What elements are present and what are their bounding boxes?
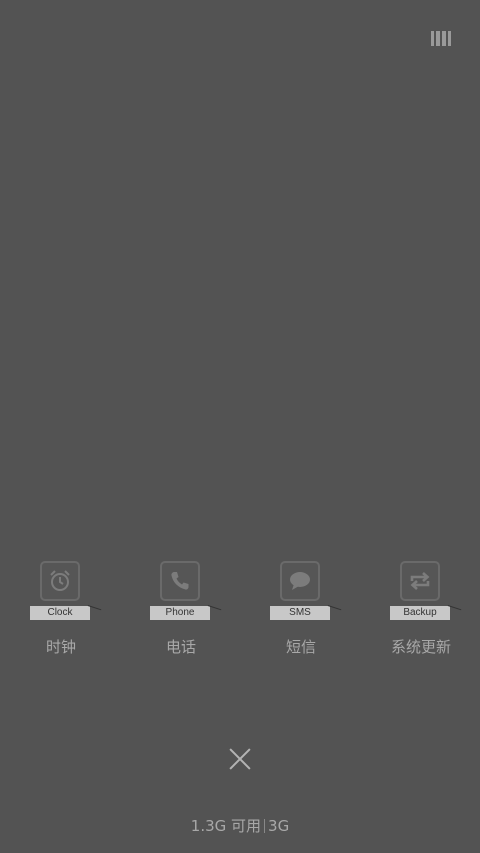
- close-icon[interactable]: [228, 747, 252, 771]
- recent-app-phone[interactable]: Phone 电话: [126, 561, 236, 661]
- recent-app-backup[interactable]: Backup 系统更新: [366, 561, 476, 661]
- app-label: 短信: [285, 638, 316, 656]
- sync-arrows-icon: [410, 572, 430, 590]
- recent-apps-row: Clock 时钟 Phone 电话 SMS 短信 Backup 系统更新: [0, 561, 480, 661]
- app-tile: [280, 561, 320, 601]
- stacked-cards-icon[interactable]: [431, 31, 451, 46]
- app-tile: [400, 561, 440, 601]
- app-label: 电话: [165, 638, 196, 656]
- app-name-tag: SMS: [270, 606, 330, 620]
- app-tile: [160, 561, 200, 601]
- app-label: 时钟: [45, 638, 76, 656]
- chat-bubble-icon: [290, 572, 310, 590]
- memory-total: 3G: [268, 817, 290, 835]
- recent-app-sms[interactable]: SMS 短信: [246, 561, 356, 661]
- stacked-cards-bar: [435, 31, 440, 46]
- memory-status: 1.3G 可用 3G: [0, 815, 480, 836]
- stacked-cards-bar: [431, 31, 434, 46]
- alarm-clock-icon: [50, 570, 70, 591]
- app-name-tag: Backup: [390, 606, 450, 620]
- phone-icon: [171, 572, 189, 590]
- memory-available: 1.3G 可用: [190, 817, 262, 835]
- app-name-tag: Phone: [150, 606, 210, 620]
- app-name-tag: Clock: [30, 606, 90, 620]
- stacked-cards-bar: [442, 31, 447, 46]
- app-label: 系统更新: [390, 638, 451, 656]
- app-tile: [40, 561, 80, 601]
- stacked-cards-bar: [448, 31, 451, 46]
- memory-divider: [264, 819, 266, 833]
- recent-app-clock[interactable]: Clock 时钟: [6, 561, 116, 661]
